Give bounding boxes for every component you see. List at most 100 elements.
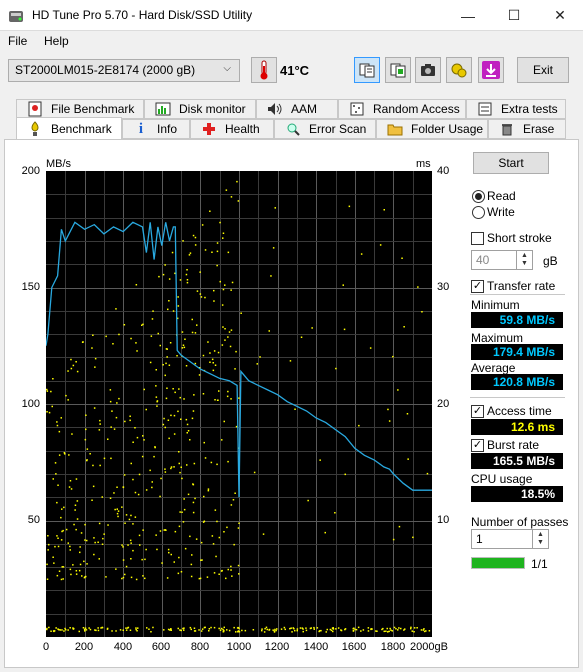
access-time-check[interactable]: ✓ xyxy=(471,404,484,418)
access-time-point xyxy=(143,388,145,391)
access-time-point xyxy=(215,555,217,558)
copy-text-button[interactable] xyxy=(354,57,380,83)
access-time-point xyxy=(186,464,188,466)
options-button[interactable] xyxy=(446,57,472,83)
read-radio[interactable]: Read xyxy=(472,189,516,203)
erase-icon xyxy=(499,121,515,137)
access-time-point xyxy=(200,296,203,298)
access-time-point xyxy=(227,390,229,393)
access-time-point xyxy=(63,452,66,454)
short-stroke-input[interactable]: 40 ▲ ▼ xyxy=(471,250,533,270)
access-time-point xyxy=(174,391,176,394)
access-time-point xyxy=(137,627,139,629)
access-time-point xyxy=(180,466,182,468)
start-button[interactable]: Start xyxy=(473,152,549,174)
tab-folder-usage[interactable]: Folder Usage xyxy=(376,119,488,139)
write-radio[interactable]: Write xyxy=(472,205,515,219)
access-time-point xyxy=(229,345,232,348)
burst-rate-check[interactable]: ✓ xyxy=(471,438,484,452)
drive-select[interactable]: ST2000LM015-2E8174 (2000 gB) ⌵ xyxy=(8,59,240,82)
write-radio-indicator[interactable] xyxy=(472,205,485,219)
short-stroke-unit: gB xyxy=(543,254,558,268)
copy-info-button[interactable] xyxy=(385,57,411,83)
access-time-point xyxy=(212,543,215,545)
close-button[interactable]: ✕ xyxy=(537,0,583,31)
access-time-point xyxy=(159,530,162,532)
extra-tests-icon xyxy=(477,101,493,117)
access-time-point xyxy=(230,569,232,571)
access-time-point xyxy=(132,523,134,525)
access-time-point xyxy=(186,281,189,284)
access-time-point xyxy=(179,629,181,631)
menu-help[interactable]: Help xyxy=(44,34,69,48)
access-time-point xyxy=(196,324,198,326)
access-time-point xyxy=(182,240,184,242)
burst-rate-checkbox[interactable]: ✓ Burst rate xyxy=(471,438,539,452)
access-time-point xyxy=(268,330,270,332)
access-time-point xyxy=(230,504,233,506)
access-time-point xyxy=(268,629,270,631)
tab-label: Benchmark xyxy=(51,121,112,136)
transfer-rate-checkbox[interactable]: ✓ Transfer rate xyxy=(471,279,555,293)
tab-extra-tests[interactable]: Extra tests xyxy=(466,99,566,119)
x-tick: 800 xyxy=(190,641,210,653)
access-time-checkbox[interactable]: ✓ Access time xyxy=(471,404,552,418)
access-time-point xyxy=(65,394,67,397)
tab-erase[interactable]: Erase xyxy=(488,119,566,139)
access-time-point xyxy=(150,335,153,337)
spinner-icon[interactable]: ▲ ▼ xyxy=(532,530,548,548)
access-time-point xyxy=(109,400,112,403)
access-time-point xyxy=(124,573,126,576)
transfer-rate-check[interactable]: ✓ xyxy=(471,279,484,293)
camera-icon xyxy=(421,64,435,76)
menu-file[interactable]: File xyxy=(8,34,27,48)
access-time-point xyxy=(200,541,203,544)
access-time-point xyxy=(121,544,123,546)
tab-file-benchmark[interactable]: File Benchmark xyxy=(16,99,144,119)
access-time-point xyxy=(199,271,201,273)
maximize-button[interactable]: ☐ xyxy=(491,0,537,31)
passes-input[interactable]: 1 ▲ ▼ xyxy=(471,529,549,549)
access-time-point xyxy=(187,493,190,496)
access-time-point xyxy=(226,629,228,631)
tab-aam[interactable]: AAM xyxy=(256,99,338,119)
passes-label: Number of passes xyxy=(471,515,569,529)
minimize-button[interactable]: — xyxy=(445,0,491,31)
access-time-point xyxy=(410,626,412,629)
temperature-button[interactable] xyxy=(251,57,277,83)
copy-text-icon xyxy=(359,63,375,78)
access-time-point xyxy=(53,562,55,564)
spinner-icon[interactable]: ▲ ▼ xyxy=(516,251,532,269)
access-time-point xyxy=(83,576,86,579)
screenshot-button[interactable] xyxy=(415,57,441,83)
tab-info[interactable]: i Info xyxy=(122,119,190,139)
tab-error-scan[interactable]: Error Scan xyxy=(274,119,376,139)
chevron-down-icon: ⌵ xyxy=(223,63,231,74)
tab-disk-monitor[interactable]: Disk monitor xyxy=(144,99,256,119)
cpu-usage-value: 18.5% xyxy=(471,486,563,502)
read-radio-indicator[interactable] xyxy=(472,189,485,203)
x-tick: 2000gB xyxy=(410,641,448,653)
access-time-point xyxy=(98,558,100,560)
access-time-point xyxy=(70,367,73,370)
exit-button[interactable]: Exit xyxy=(517,57,569,83)
access-time-point xyxy=(191,554,193,556)
access-time-point xyxy=(151,318,154,320)
access-time-point xyxy=(240,312,242,314)
access-time-point xyxy=(106,628,109,630)
tab-random-access[interactable]: Random Access xyxy=(338,99,466,119)
access-time-point xyxy=(52,378,54,380)
short-stroke-checkbox[interactable]: Short stroke xyxy=(471,231,552,245)
save-button[interactable] xyxy=(478,57,504,83)
access-time-point xyxy=(218,536,221,539)
access-time-point xyxy=(428,630,431,632)
access-time-point xyxy=(189,439,191,441)
tab-health[interactable]: Health xyxy=(190,119,274,139)
access-time-point xyxy=(57,628,59,630)
access-time-point xyxy=(125,627,127,629)
short-stroke-check[interactable] xyxy=(471,231,484,245)
tab-benchmark[interactable]: Benchmark xyxy=(16,117,122,139)
error-scan-icon xyxy=(285,121,301,137)
access-time-point xyxy=(332,630,334,633)
access-time-point xyxy=(46,388,48,391)
